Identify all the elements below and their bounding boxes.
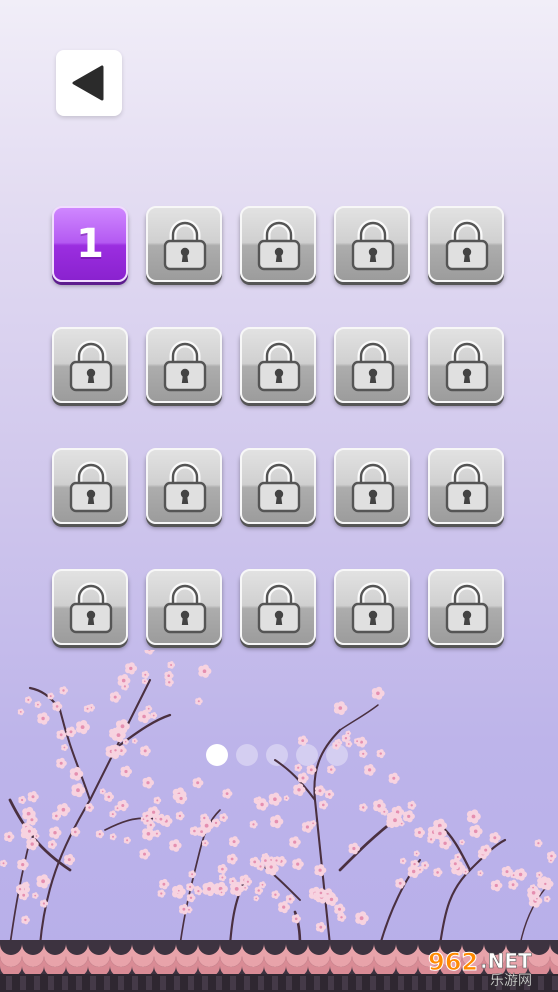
padlock-icon [442, 461, 492, 513]
padlock-icon [160, 219, 210, 271]
padlock-icon [348, 461, 398, 513]
level-tile-locked[interactable] [428, 327, 504, 403]
padlock-icon [348, 219, 398, 271]
level-tile-locked[interactable] [146, 327, 222, 403]
level-grid: 1 [52, 206, 506, 651]
level-tile-locked[interactable] [52, 448, 128, 524]
level-tile-locked[interactable] [334, 327, 410, 403]
padlock-icon [254, 219, 304, 271]
level-tile-locked[interactable] [428, 448, 504, 524]
cherry-blossom-trees [0, 650, 558, 950]
level-tile-locked[interactable] [428, 206, 504, 282]
level-tile-locked[interactable] [334, 448, 410, 524]
watermark-logo: 962 .NET 乐游网 [422, 946, 554, 988]
watermark-tagline: 乐游网 [490, 973, 532, 988]
level-tile-locked[interactable] [240, 448, 316, 524]
padlock-icon [442, 582, 492, 634]
padlock-icon [160, 582, 210, 634]
level-tile-locked[interactable] [146, 569, 222, 645]
level-tile-locked[interactable] [52, 327, 128, 403]
padlock-icon [348, 582, 398, 634]
back-button[interactable] [56, 50, 122, 116]
level-number: 1 [76, 221, 104, 267]
level-tile-locked[interactable] [428, 569, 504, 645]
level-tile-locked[interactable] [240, 206, 316, 282]
padlock-icon [254, 461, 304, 513]
padlock-icon [254, 582, 304, 634]
level-tile-locked[interactable] [240, 569, 316, 645]
level-tile-locked[interactable] [52, 569, 128, 645]
padlock-icon [66, 582, 116, 634]
level-tile-locked[interactable] [334, 569, 410, 645]
padlock-icon [442, 340, 492, 392]
padlock-icon [442, 219, 492, 271]
padlock-icon [160, 340, 210, 392]
padlock-icon [254, 340, 304, 392]
level-tile-locked[interactable] [146, 448, 222, 524]
level-tile-locked[interactable] [240, 327, 316, 403]
triangle-left-icon [69, 63, 109, 103]
padlock-icon [348, 340, 398, 392]
watermark-number: 962 [428, 948, 478, 976]
level-tile-unlocked[interactable]: 1 [52, 206, 128, 282]
padlock-icon [66, 340, 116, 392]
padlock-icon [66, 461, 116, 513]
level-tile-locked[interactable] [334, 206, 410, 282]
level-tile-locked[interactable] [146, 206, 222, 282]
watermark-suffix: .NET [480, 949, 532, 973]
padlock-icon [160, 461, 210, 513]
